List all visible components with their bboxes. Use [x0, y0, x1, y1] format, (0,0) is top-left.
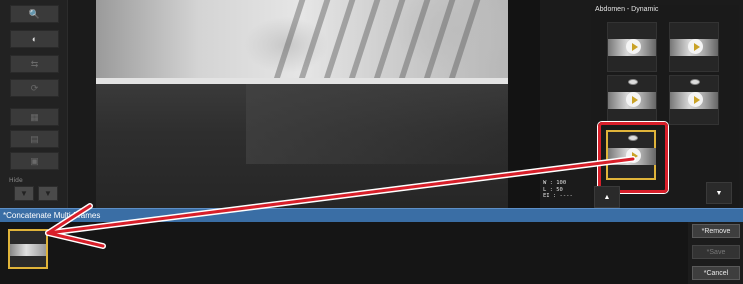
magnifier-icon: 🔍: [28, 8, 41, 19]
flip-tool-button[interactable]: ⇆: [10, 55, 59, 73]
ei-value: EI : ----: [543, 193, 573, 199]
down-icon: ▼: [20, 189, 28, 198]
play-icon: [626, 92, 641, 107]
concatenate-title: *Concatenate Multi-Frames: [3, 211, 101, 220]
zoom-tool-button[interactable]: 🔍: [10, 5, 59, 23]
rotate-icon: ⟳: [30, 82, 39, 93]
hide-label: Hide: [9, 177, 23, 184]
hide-left-button[interactable]: ▼: [14, 186, 34, 201]
layout-icon: ▤: [30, 133, 39, 144]
thumbnail-panel-title: Abdomen - Dynamic: [595, 6, 659, 13]
save-button[interactable]: *Save: [692, 245, 740, 259]
concatenate-strip: [0, 222, 688, 284]
play-icon: [626, 39, 641, 54]
image-tool-button[interactable]: ▣: [10, 152, 59, 170]
scroll-down-button[interactable]: ▼: [706, 182, 732, 204]
highlight-callout-box: [598, 122, 668, 193]
contrast-icon: ◐: [31, 34, 38, 44]
thumbnail-1[interactable]: [607, 22, 657, 72]
grid-icon: ▦: [30, 111, 39, 122]
hide-right-button[interactable]: ▼: [38, 186, 58, 201]
xray-image: [96, 0, 508, 82]
grid-tool-button[interactable]: ▦: [10, 108, 59, 126]
image-icon: ▣: [30, 155, 39, 166]
thumbnail-3[interactable]: [607, 75, 657, 125]
xray-lower-region: [96, 84, 508, 208]
thumbnail-4[interactable]: [669, 75, 719, 125]
eye-icon: [690, 79, 700, 85]
concatenate-bar: *Concatenate Multi-Frames: [0, 208, 743, 222]
viewer-side-strip: [508, 0, 540, 208]
concatenated-thumbnail[interactable]: [8, 229, 48, 269]
tool-column: 🔍 ◐ ⇆ ⟳ ▦ ▤ ▣ Hide ▼ ▼: [0, 0, 68, 208]
window-level-info: W : 100 L : 50 EI : ----: [543, 180, 573, 200]
flip-icon: ⇆: [30, 58, 39, 69]
thumbnail-2[interactable]: [669, 22, 719, 72]
layout-tool-button[interactable]: ▤: [10, 130, 59, 148]
down-icon: ▼: [44, 189, 52, 198]
play-icon: [688, 92, 703, 107]
cancel-button[interactable]: *Cancel: [692, 266, 740, 280]
triangle-up-icon: ▲: [603, 193, 611, 201]
play-icon: [688, 39, 703, 54]
image-viewer[interactable]: [96, 0, 508, 208]
rotate-tool-button[interactable]: ⟳: [10, 79, 59, 97]
scroll-up-button[interactable]: ▲: [594, 186, 620, 208]
triangle-down-icon: ▼: [715, 189, 723, 197]
eye-icon: [628, 79, 638, 85]
remove-button[interactable]: *Remove: [692, 224, 740, 238]
invert-tool-button[interactable]: ◐: [10, 30, 59, 48]
